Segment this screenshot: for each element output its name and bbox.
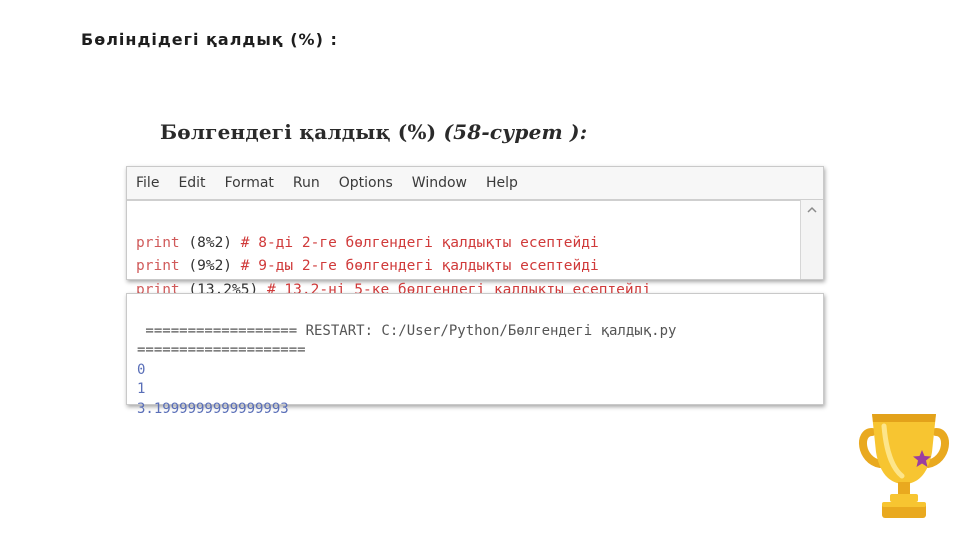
output-line: 3.1999999999999993 <box>137 400 289 417</box>
idle-editor-window: File Edit Format Run Options Window Help… <box>126 166 824 298</box>
code-keyword: print <box>136 258 180 274</box>
code-args: (8%2) <box>179 234 241 251</box>
output-line: 1 <box>137 381 146 397</box>
code-comment: # 9-ды 2-ге бөлгендегі қалдықты есептейд… <box>240 258 599 274</box>
code-comment: # 8-ді 2-ге бөлгендегі қалдықты есептейд… <box>240 234 599 251</box>
book-title-ref: (58-сурет ): <box>443 120 588 144</box>
code-args: (9%2) <box>179 258 241 274</box>
menu-run[interactable]: Run <box>293 175 320 191</box>
menu-bar: File Edit Format Run Options Window Help <box>127 167 823 201</box>
menu-format[interactable]: Format <box>225 175 274 191</box>
chevron-up-icon[interactable] <box>806 204 818 216</box>
python-shell-output: ================== RESTART: C:/User/Pyth… <box>126 293 824 417</box>
menu-window[interactable]: Window <box>412 175 467 191</box>
slide-title: Бөліндідегі қалдық (%) : <box>81 30 338 49</box>
code-keyword: print <box>136 234 180 251</box>
vertical-scrollbar[interactable] <box>800 200 823 279</box>
menu-help[interactable]: Help <box>486 175 518 191</box>
restart-line: ================== RESTART: C:/User/Pyth… <box>137 322 677 339</box>
menu-file[interactable]: File <box>136 175 159 191</box>
output-line: 0 <box>137 361 146 378</box>
book-title-main: Бөлгендегі қалдық (%) <box>160 120 444 144</box>
trophy-icon <box>859 414 949 518</box>
code-line: print (9%2) # 9-ды 2-ге бөлгендегі қалды… <box>136 255 823 279</box>
code-line: print (8%2) # 8-ді 2-ге бөлгендегі қалды… <box>136 232 823 256</box>
code-editor[interactable]: print (8%2) # 8-ді 2-ге бөлгендегі қалды… <box>127 201 823 302</box>
book-figure-title: Бөлгендегі қалдық (%) (58-сурет ): <box>160 120 587 144</box>
menu-edit[interactable]: Edit <box>178 175 205 191</box>
menu-options[interactable]: Options <box>339 175 393 191</box>
restart-line-continued: ==================== <box>137 342 306 358</box>
